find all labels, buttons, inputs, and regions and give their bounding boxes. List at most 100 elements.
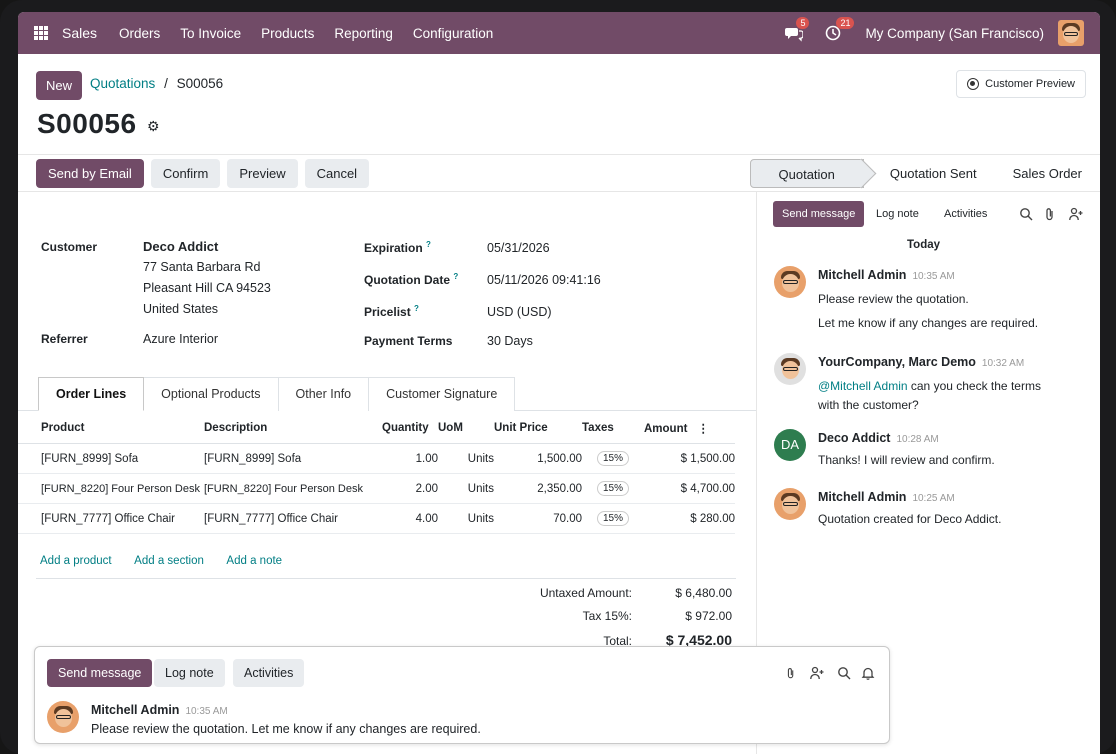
line-tax-badge[interactable]: 15% bbox=[596, 481, 629, 496]
add-note-link[interactable]: Add a note bbox=[226, 555, 282, 567]
line-description[interactable]: [FURN_7777] Office Chair bbox=[204, 503, 382, 534]
confirm-button[interactable]: Confirm bbox=[150, 158, 221, 188]
control-panel: New Quotations / S00056 S00056 ⚙ Custome… bbox=[18, 54, 1100, 152]
status-step-quotation-sent[interactable]: Quotation Sent bbox=[864, 159, 995, 188]
pricelist-field[interactable]: USD (USD) bbox=[487, 305, 552, 319]
author-avatar[interactable] bbox=[774, 488, 806, 520]
line-product[interactable]: [FURN_8999] Sofa bbox=[18, 443, 204, 474]
apps-menu-icon[interactable] bbox=[34, 26, 48, 40]
tab-customer-signature[interactable]: Customer Signature bbox=[368, 377, 516, 411]
table-row[interactable]: [FURN_7777] Office Chair [FURN_7777] Off… bbox=[18, 503, 735, 534]
totals-divider bbox=[36, 578, 736, 579]
help-icon[interactable]: ? bbox=[426, 240, 431, 249]
nav-item-reporting[interactable]: Reporting bbox=[334, 26, 393, 41]
search-icon[interactable] bbox=[837, 666, 851, 680]
nav-item-configuration[interactable]: Configuration bbox=[413, 26, 493, 41]
line-quantity[interactable]: 4.00 bbox=[382, 503, 438, 534]
mention-link[interactable]: @Mitchell Admin bbox=[818, 379, 908, 393]
status-step-sales-order[interactable]: Sales Order bbox=[995, 159, 1100, 188]
line-unit-price[interactable]: 2,350.00 bbox=[494, 473, 582, 504]
search-icon[interactable] bbox=[1019, 207, 1033, 221]
line-quantity[interactable]: 2.00 bbox=[382, 473, 438, 504]
nav-item-to-invoice[interactable]: To Invoice bbox=[180, 26, 241, 41]
messages-count-badge: 5 bbox=[796, 17, 810, 29]
add-follower-icon[interactable] bbox=[810, 666, 824, 680]
optional-columns-icon[interactable]: ⋮ bbox=[697, 423, 709, 435]
company-switcher[interactable]: My Company (San Francisco) bbox=[865, 26, 1044, 41]
author-avatar[interactable]: DA bbox=[774, 429, 806, 461]
expiration-field[interactable]: 05/31/2026 bbox=[487, 241, 550, 255]
line-uom[interactable]: Units bbox=[438, 503, 494, 534]
col-taxes[interactable]: Taxes bbox=[582, 416, 644, 444]
message-author[interactable]: YourCompany, Marc Demo bbox=[818, 355, 976, 369]
breadcrumb-quotations-link[interactable]: Quotations bbox=[90, 76, 155, 91]
add-product-link[interactable]: Add a product bbox=[40, 555, 112, 567]
composer-activities-button[interactable]: Activities bbox=[233, 659, 305, 687]
customer-name[interactable]: Deco Addict bbox=[143, 239, 218, 254]
activities-button[interactable]: 21 bbox=[825, 17, 855, 42]
customer-preview-button[interactable]: Customer Preview bbox=[956, 70, 1086, 98]
line-unit-price[interactable]: 70.00 bbox=[494, 503, 582, 534]
activities-count-badge: 21 bbox=[836, 17, 855, 29]
line-uom[interactable]: Units bbox=[438, 473, 494, 504]
tax-label: Tax 15%: bbox=[582, 609, 632, 623]
table-row[interactable]: [FURN_8999] Sofa [FURN_8999] Sofa 1.00 U… bbox=[18, 443, 735, 474]
followers-icon[interactable] bbox=[1069, 207, 1083, 221]
status-step-quotation[interactable]: Quotation bbox=[749, 159, 864, 188]
send-by-email-button[interactable]: Send by Email bbox=[36, 158, 144, 188]
author-avatar[interactable] bbox=[774, 353, 806, 385]
referrer-field[interactable]: Azure Interior bbox=[143, 332, 218, 346]
paperclip-icon[interactable] bbox=[785, 666, 797, 680]
payment-terms-label: Payment Terms bbox=[364, 334, 453, 348]
line-product[interactable]: [FURN_8220] Four Person Desk bbox=[18, 473, 204, 504]
user-avatar[interactable] bbox=[1058, 20, 1084, 46]
cancel-button[interactable]: Cancel bbox=[304, 158, 370, 188]
col-unit-price[interactable]: Unit Price bbox=[494, 416, 582, 444]
payment-terms-field[interactable]: 30 Days bbox=[487, 334, 533, 348]
tab-optional-products[interactable]: Optional Products bbox=[143, 377, 279, 411]
composer-log-note-button[interactable]: Log note bbox=[154, 659, 225, 687]
line-tax-badge[interactable]: 15% bbox=[596, 451, 629, 466]
bell-icon[interactable] bbox=[861, 666, 875, 680]
message-body: Quotation created for Deco Addict. bbox=[818, 512, 1002, 526]
author-avatar[interactable] bbox=[774, 266, 806, 298]
quotation-date-field[interactable]: 05/11/2026 09:41:16 bbox=[487, 273, 601, 287]
col-uom[interactable]: UoM bbox=[438, 416, 494, 444]
message-author[interactable]: Mitchell Admin bbox=[818, 490, 906, 504]
gear-icon[interactable]: ⚙ bbox=[147, 118, 160, 135]
line-unit-price[interactable]: 1,500.00 bbox=[494, 443, 582, 474]
line-quantity[interactable]: 1.00 bbox=[382, 443, 438, 474]
message-author[interactable]: Mitchell Admin bbox=[818, 268, 906, 282]
message-time: 10:35 AM bbox=[912, 271, 955, 282]
messages-button[interactable]: 5 bbox=[785, 17, 810, 42]
chatter-activities-button[interactable]: Activities bbox=[935, 201, 996, 227]
tab-order-lines[interactable]: Order Lines bbox=[38, 377, 145, 411]
line-product[interactable]: [FURN_7777] Office Chair bbox=[18, 503, 204, 534]
help-icon[interactable]: ? bbox=[414, 304, 419, 313]
nav-item-orders[interactable]: Orders bbox=[119, 26, 160, 41]
line-tax-badge[interactable]: 15% bbox=[596, 511, 629, 526]
preview-button[interactable]: Preview bbox=[227, 158, 298, 188]
message-author[interactable]: Deco Addict bbox=[818, 431, 890, 445]
col-amount[interactable]: Amount ⋮ bbox=[644, 416, 735, 444]
message-time: 10:32 AM bbox=[981, 358, 1025, 369]
line-description[interactable]: [FURN_8220] Four Person Desk bbox=[204, 473, 382, 504]
nav-item-products[interactable]: Products bbox=[261, 26, 314, 41]
col-quantity[interactable]: Quantity bbox=[382, 416, 438, 444]
line-description[interactable]: [FURN_8999] Sofa bbox=[204, 443, 382, 474]
pricelist-label: Pricelist ? bbox=[364, 304, 419, 319]
composer-send-message-button[interactable]: Send message bbox=[47, 659, 153, 687]
help-icon[interactable]: ? bbox=[453, 272, 458, 281]
table-row[interactable]: [FURN_8220] Four Person Desk [FURN_8220]… bbox=[18, 473, 735, 504]
col-description[interactable]: Description bbox=[204, 416, 382, 444]
chatter-send-message-button[interactable]: Send message bbox=[773, 201, 865, 227]
line-uom[interactable]: Units bbox=[438, 443, 494, 474]
chatter-log-note-button[interactable]: Log note bbox=[867, 201, 928, 227]
app-brand[interactable]: Sales bbox=[62, 25, 97, 41]
col-product[interactable]: Product bbox=[18, 416, 204, 444]
message-time: 10:28 AM bbox=[896, 434, 939, 445]
add-section-link[interactable]: Add a section bbox=[134, 555, 204, 567]
paperclip-icon[interactable] bbox=[1043, 207, 1057, 221]
tab-other-info[interactable]: Other Info bbox=[277, 377, 370, 411]
new-button[interactable]: New bbox=[36, 71, 83, 100]
